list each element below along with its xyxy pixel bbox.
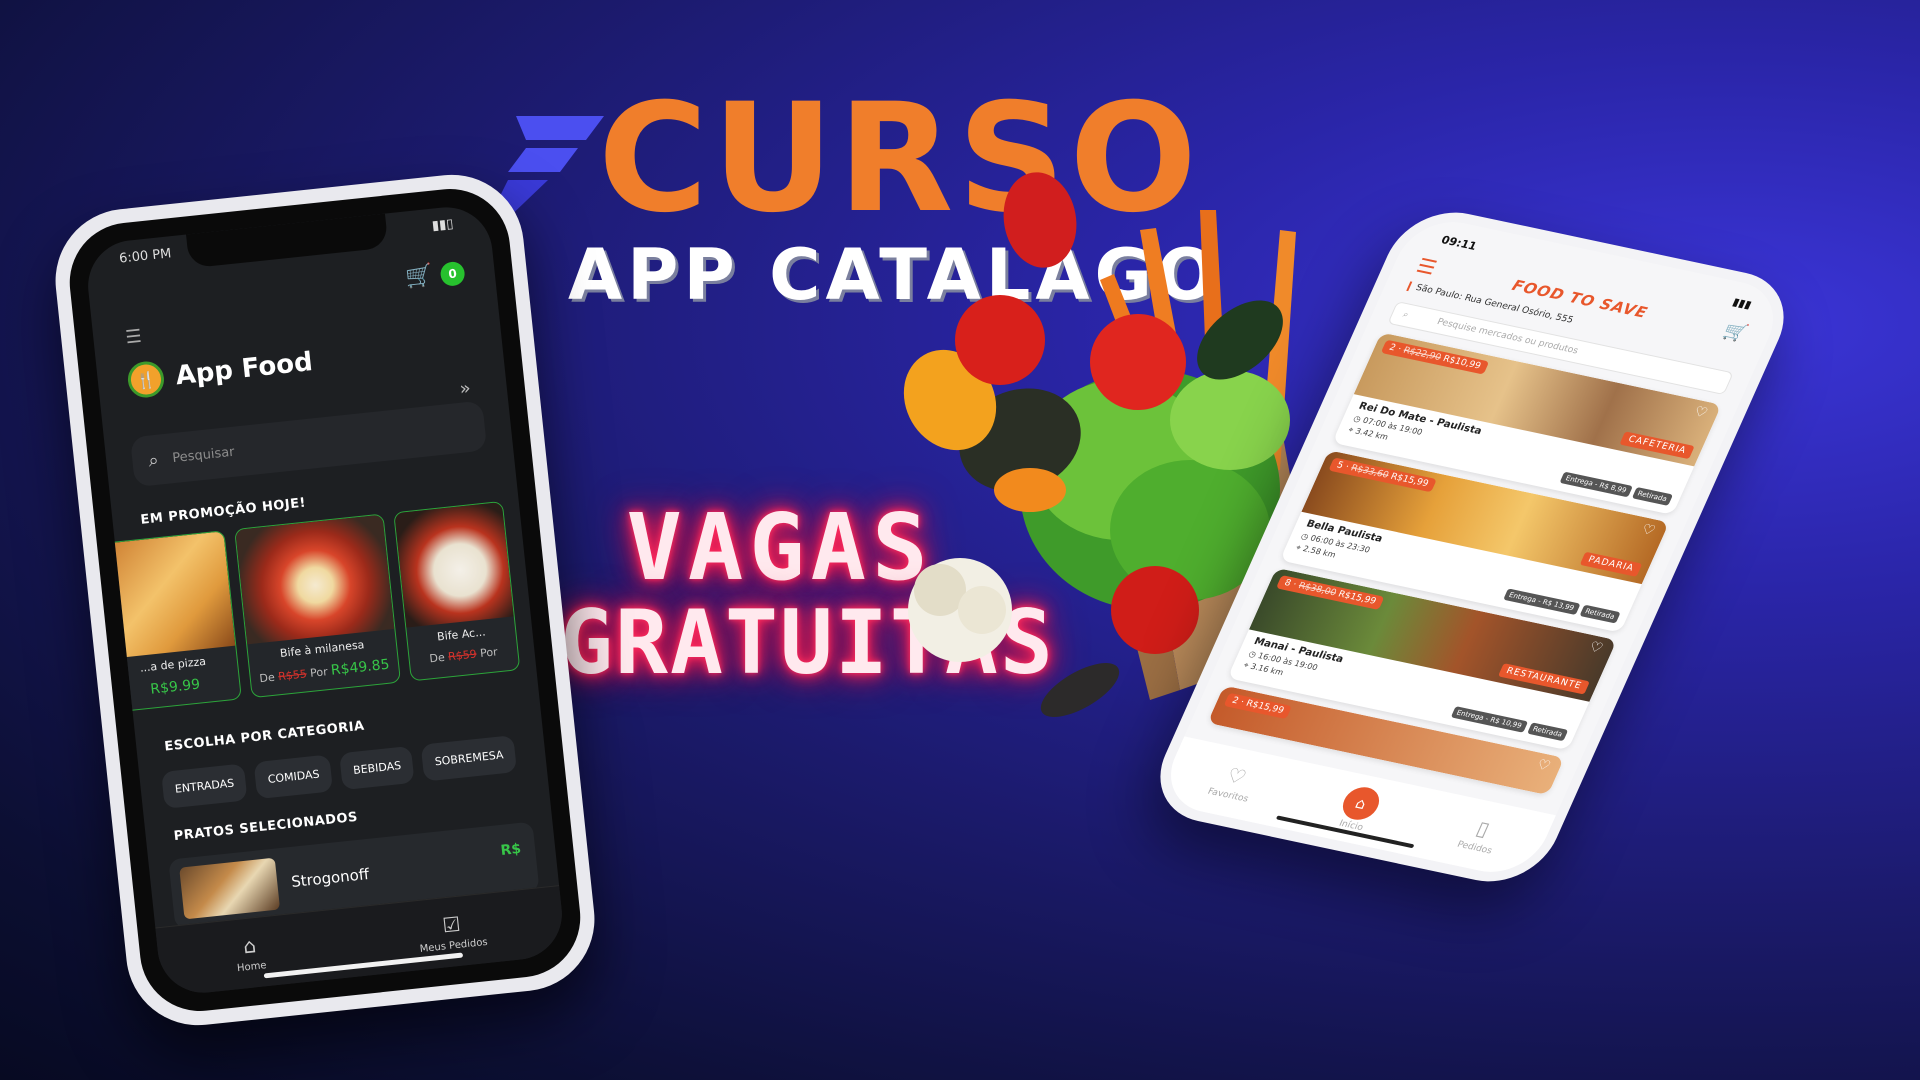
left-phone-mockup: 6:00 PM ▮▮▯ 🛒 0 ☰ 🍴 App Food » ⌕ Pesquis… — [48, 167, 602, 1033]
cart-button[interactable]: 🛒 0 — [404, 260, 466, 291]
promo-card[interactable]: ...a de pizza R$9.99 — [94, 530, 242, 713]
price-by-label: Por — [309, 665, 329, 680]
price-new: R$49.85 — [330, 656, 391, 679]
tab-inicio[interactable]: ⌂ Início — [1332, 784, 1385, 834]
status-time: 6:00 PM — [118, 246, 173, 267]
bag-icon: ▯ — [1472, 816, 1494, 841]
app-brand: 🍴 App Food — [126, 344, 315, 400]
cart-count-badge: 0 — [439, 260, 466, 287]
heart-icon[interactable]: ♡ — [1534, 757, 1553, 775]
fork-knife-logo-icon: 🍴 — [126, 359, 166, 400]
price-old: R$22,90 — [1401, 345, 1443, 363]
tomato — [955, 295, 1045, 385]
tab-home-label: Home — [236, 960, 268, 975]
price-by-label: Por — [479, 645, 499, 661]
category-chip-bebidas[interactable]: BEBIDAS — [339, 745, 415, 791]
promo-carousel[interactable]: ...a de pizza R$9.99 Bife à milanesa De … — [94, 499, 537, 713]
search-icon: ⌕ — [1401, 309, 1411, 321]
tab-label: Pedidos — [1455, 839, 1494, 857]
app-food-screen: 6:00 PM ▮▮▯ 🛒 0 ☰ 🍴 App Food » ⌕ Pesquis… — [83, 202, 567, 998]
price-tag: 2 · R$15,99 — [1223, 692, 1293, 720]
bag-qty: 5 — [1335, 460, 1345, 472]
category-chip-sobremesa[interactable]: SOBREMESA — [421, 735, 518, 782]
cart-icon[interactable]: 🛒 — [1720, 320, 1751, 344]
app-name: App Food — [174, 347, 315, 392]
orders-list-icon: ☑ — [441, 911, 462, 938]
battery-icon: ▮▮▯ — [431, 216, 455, 234]
selected-heading: PRATOS SELECIONADOS — [173, 809, 359, 845]
price-new: R$15,99 — [1336, 589, 1378, 607]
price-new: R$15,99 — [1244, 698, 1286, 717]
tomato — [1090, 314, 1186, 410]
dish-name: Bife Ac... — [436, 625, 487, 644]
price-tag: 5 · R$33,60 R$15,99 — [1328, 457, 1437, 493]
tab-meus-pedidos[interactable]: ☑ Meus Pedidos — [416, 909, 488, 955]
tomato — [1111, 566, 1199, 654]
tab-favoritos[interactable]: ♡ Favoritos — [1206, 761, 1262, 805]
price-from-label: De — [258, 670, 276, 686]
menu-icon[interactable]: ☰ — [124, 326, 142, 349]
orange-pepper — [994, 468, 1066, 512]
bag-qty: 2 — [1230, 695, 1241, 707]
status-time: 09:11 — [1439, 233, 1479, 253]
home-icon: ⌂ — [241, 933, 258, 959]
dish-price: R$ — [499, 840, 522, 859]
category-heading: ESCOLHA POR CATEGORIA — [163, 718, 366, 755]
phone-notch — [186, 213, 389, 269]
tab-home[interactable]: ⌂ Home — [234, 932, 268, 975]
price-old: R$55 — [277, 667, 308, 684]
price-from-label: De — [428, 650, 446, 666]
search-icon: ⌕ — [147, 449, 160, 472]
dish-image — [95, 531, 236, 660]
zucchini — [1040, 663, 1120, 717]
cart-icon: 🛒 — [404, 263, 434, 291]
bag-qty: 8 — [1282, 578, 1293, 589]
promo-heading: EM PROMOÇÃO HOJE! — [139, 495, 307, 528]
heart-icon: ♡ — [1222, 762, 1251, 790]
heart-icon[interactable]: ♡ — [1586, 639, 1605, 657]
price-tag: 8 · R$38,00 R$15,99 — [1275, 575, 1385, 610]
dish-thumbnail — [179, 857, 281, 920]
red-pepper — [1003, 172, 1077, 268]
lettuce — [1170, 370, 1290, 470]
tab-pedidos[interactable]: ▯ Pedidos — [1455, 814, 1505, 857]
price-new: R$15,99 — [1388, 471, 1430, 490]
double-chevron-icon[interactable]: » — [459, 378, 472, 400]
dish-name: Strogonoff — [290, 864, 370, 892]
battery-icon: ▮▮▮ — [1730, 295, 1754, 312]
heart-icon[interactable]: ♡ — [1691, 404, 1710, 422]
price-old: R$33,60 — [1349, 463, 1391, 481]
search-input[interactable]: ⌕ Pesquisar — [129, 400, 488, 488]
price-old: R$59 — [447, 647, 478, 664]
category-badge: PADARIA — [1579, 551, 1643, 577]
price-new: R$10,99 — [1441, 354, 1483, 372]
promo-card[interactable]: Bife à milanesa De R$55 Por R$49.85 — [234, 513, 402, 699]
menu-icon[interactable]: ☰ — [1413, 253, 1441, 279]
home-icon: ⌂ — [1337, 784, 1385, 823]
price-old: R$38,00 — [1296, 581, 1338, 599]
tab-orders-label: Meus Pedidos — [419, 936, 489, 955]
bag-qty: 2 — [1387, 342, 1398, 354]
category-chip-comidas[interactable]: COMIDAS — [253, 754, 334, 800]
heart-icon[interactable]: ♡ — [1639, 522, 1658, 540]
price-tag: 2 · R$22,90 R$10,99 — [1380, 339, 1489, 375]
search-placeholder: Pesquisar — [171, 444, 236, 466]
phone-bezel: 6:00 PM ▮▮▯ 🛒 0 ☰ 🍴 App Food » ⌕ Pesquis… — [63, 183, 587, 1017]
promo-card[interactable]: Bife Ac... De R$59 Por — [393, 500, 521, 682]
dish-price: R$9.99 — [149, 676, 201, 698]
category-chip-entradas[interactable]: ENTRADAS — [161, 763, 248, 809]
dish-image — [394, 501, 514, 628]
cauliflower-floret — [958, 586, 1006, 634]
category-badge: CAFETERIA — [1619, 431, 1695, 460]
dish-image — [235, 514, 395, 645]
